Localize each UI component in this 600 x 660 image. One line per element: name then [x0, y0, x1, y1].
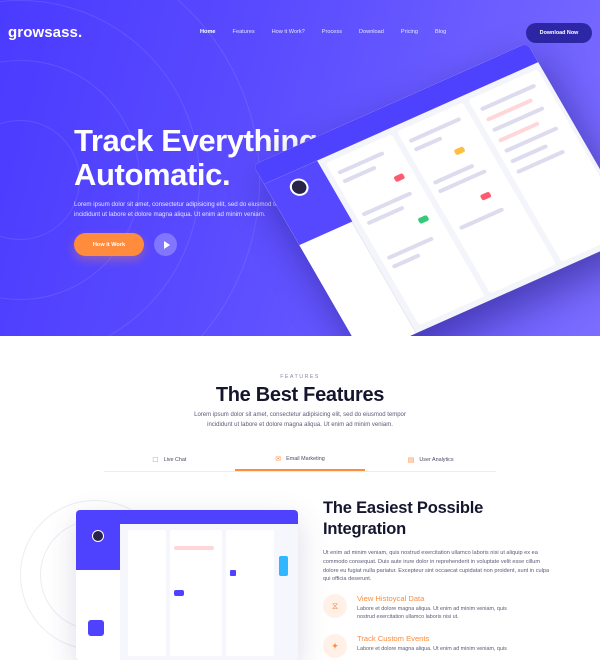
nav-link-process[interactable]: Process [322, 29, 342, 35]
screenshot-calendar [226, 530, 274, 656]
integration-description: Ut enim ad minim veniam, quis nostrud ex… [323, 550, 550, 583]
features-description: Lorem ipsum dolor sit amet, consectetur … [194, 412, 406, 428]
nav-link-blog[interactable]: Blog [435, 29, 446, 35]
dashboard-mockup-card [253, 42, 600, 336]
features-tabs: ☐ Live Chat ✉ Email Marketing ▤ User Ana… [104, 448, 496, 472]
play-video-button[interactable] [154, 233, 177, 256]
avatar [286, 175, 312, 199]
brand-logo[interactable]: growsass. [8, 24, 82, 41]
nav-link-home[interactable]: Home [200, 29, 216, 35]
hero-section: growsass. Home Features How it Work? Pro… [0, 0, 600, 336]
history-icon: ⧖ [323, 594, 347, 618]
feature-item: ⧖ View Histoycal Data Labore et dolore m… [323, 594, 573, 624]
download-now-button[interactable]: Download Now [526, 23, 592, 43]
integration-title: The Easiest Possible Integration [323, 498, 563, 540]
integration-title-line1: The Easiest Possible [323, 499, 484, 517]
nav-link-features[interactable]: Features [233, 29, 255, 35]
tab-email-marketing[interactable]: ✉ Email Marketing [234, 448, 366, 471]
tab-label: Live Chat [163, 456, 187, 463]
tab-live-chat[interactable]: ☐ Live Chat [104, 448, 235, 471]
feature-description: Labore et dolore magna aliqua. Ut enim a… [357, 646, 507, 652]
avatar [92, 530, 104, 542]
screenshot-profile [76, 524, 120, 570]
screenshot-sidebar [76, 570, 120, 660]
play-icon [163, 240, 170, 249]
event-icon: ✦ [323, 634, 347, 658]
screenshot-column [170, 530, 222, 656]
tab-label: Email Marketing [286, 455, 325, 462]
screenshot-side-tab [279, 556, 288, 576]
feature-title[interactable]: Track Custom Events [357, 634, 429, 643]
how-it-work-button[interactable]: How it Work [74, 233, 144, 256]
feature-item: ✦ Track Custom Events Labore et dolore m… [323, 634, 573, 660]
nav-link-pricing[interactable]: Pricing [401, 29, 418, 35]
active-nav-tile [88, 620, 104, 636]
nav-link-download[interactable]: Download [359, 29, 384, 35]
dashboard-mockup [253, 42, 600, 336]
integration-title-line2: Integration [323, 520, 407, 538]
feature-title[interactable]: View Histoycal Data [357, 594, 424, 603]
product-screenshot [76, 510, 298, 660]
tab-label: User Analytics [419, 456, 454, 463]
features-title: The Best Features [215, 384, 385, 406]
analytics-icon: ▤ [407, 456, 415, 464]
email-icon: ✉ [275, 455, 282, 463]
nav-link-how-it-work[interactable]: How it Work? [272, 29, 305, 35]
chat-icon: ☐ [152, 456, 159, 464]
screenshot-column [128, 530, 166, 656]
screenshot-topbar [76, 510, 298, 524]
features-eyebrow: FEATURES [280, 374, 320, 380]
nav-links: Home Features How it Work? Process Downl… [200, 29, 463, 35]
tab-user-analytics[interactable]: ▤ User Analytics [365, 448, 496, 471]
feature-description: Labore et dolore magna aliqua. Ut enim a… [357, 606, 507, 621]
